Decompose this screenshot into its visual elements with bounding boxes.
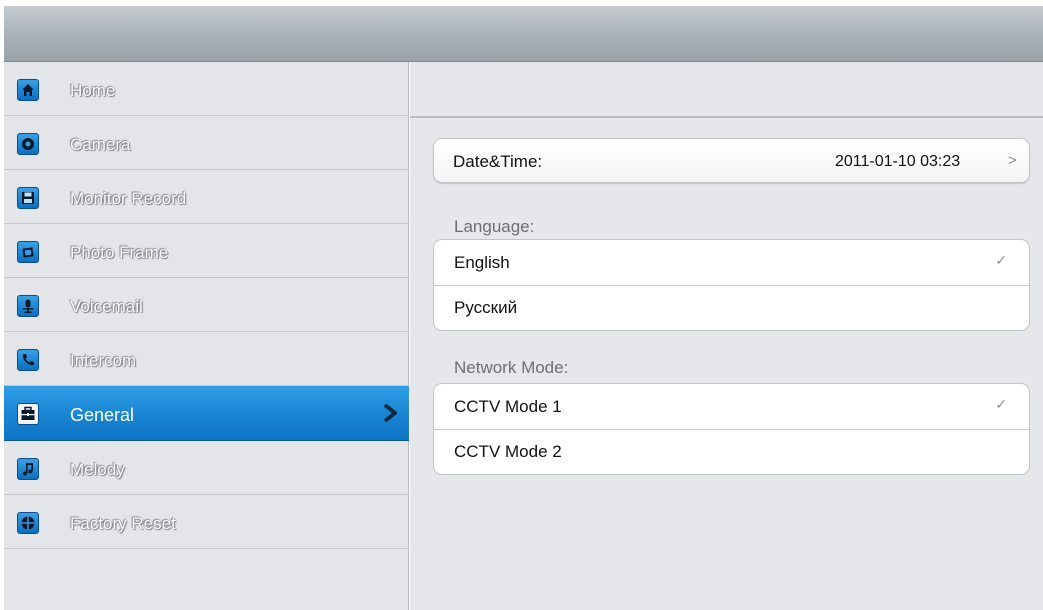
- sidebar-item-label: Melody: [70, 460, 125, 479]
- sidebar-item-label: Photo Frame: [70, 243, 169, 262]
- content-header: [410, 62, 1043, 118]
- language-list: English ✓ Русский: [433, 239, 1030, 331]
- settings-panel: Date&Time: 2011-01-10 03:23 > Language: …: [410, 118, 1043, 610]
- microphone-icon: [17, 295, 39, 317]
- option-label: CCTV Mode 2: [454, 442, 562, 461]
- floppy-disk-icon: [17, 187, 39, 209]
- phone-icon: [17, 349, 39, 371]
- option-label: English: [454, 252, 510, 272]
- chevron-right-icon: [383, 403, 397, 423]
- sidebar-item-label: General: [70, 405, 135, 425]
- date-time-value: 2011-01-10 03:23: [835, 153, 961, 170]
- toolbox-icon: [17, 403, 39, 425]
- sidebar-item-photo-frame[interactable]: Photo Frame: [4, 224, 409, 278]
- network-mode-section-label: Network Mode:: [454, 358, 569, 377]
- sidebar-item-label: Voicemail: [70, 297, 143, 316]
- sidebar-item-label: Camera: [70, 135, 131, 154]
- date-time-label: Date&Time:: [453, 152, 543, 171]
- photo-frame-icon: [17, 241, 39, 263]
- sidebar-item-label: Home: [70, 81, 116, 100]
- language-option-russian[interactable]: Русский: [434, 285, 1029, 330]
- sidebar-item-voicemail[interactable]: Voicemail: [4, 278, 409, 332]
- date-time-row[interactable]: Date&Time: 2011-01-10 03:23 >: [433, 138, 1030, 183]
- sidebar: Home Camera Monitor Record Photo Frame V…: [4, 62, 409, 610]
- checkmark-icon: ✓: [995, 252, 1007, 268]
- music-note-icon: [17, 458, 39, 480]
- network-option-cctv-mode-2[interactable]: CCTV Mode 2: [434, 429, 1029, 474]
- language-section-label: Language:: [454, 217, 535, 236]
- title-bar: [4, 6, 1043, 62]
- sidebar-item-intercom[interactable]: Intercom: [4, 332, 409, 386]
- checkmark-icon: ✓: [995, 396, 1007, 412]
- sidebar-item-melody[interactable]: Melody: [4, 441, 409, 495]
- sidebar-item-monitor-record[interactable]: Monitor Record: [4, 170, 409, 224]
- sidebar-item-label: Intercom: [70, 351, 137, 370]
- camera-icon: [17, 133, 39, 155]
- reset-icon: [17, 512, 39, 534]
- network-option-cctv-mode-1[interactable]: CCTV Mode 1 ✓: [434, 384, 1029, 429]
- sidebar-item-label: Monitor Record: [70, 189, 187, 208]
- sidebar-item-label: Factory Reset: [70, 514, 176, 533]
- option-label: CCTV Mode 1: [454, 396, 562, 416]
- sidebar-item-camera[interactable]: Camera: [4, 116, 409, 170]
- sidebar-item-home[interactable]: Home: [4, 62, 409, 116]
- option-label: Русский: [454, 298, 518, 317]
- sidebar-item-general[interactable]: General: [4, 386, 409, 441]
- home-icon: [17, 79, 39, 101]
- network-mode-list: CCTV Mode 1 ✓ CCTV Mode 2: [433, 383, 1030, 475]
- chevron-right-icon: >: [1008, 152, 1017, 169]
- sidebar-item-factory-reset[interactable]: Factory Reset: [4, 495, 409, 549]
- language-option-english[interactable]: English ✓: [434, 240, 1029, 285]
